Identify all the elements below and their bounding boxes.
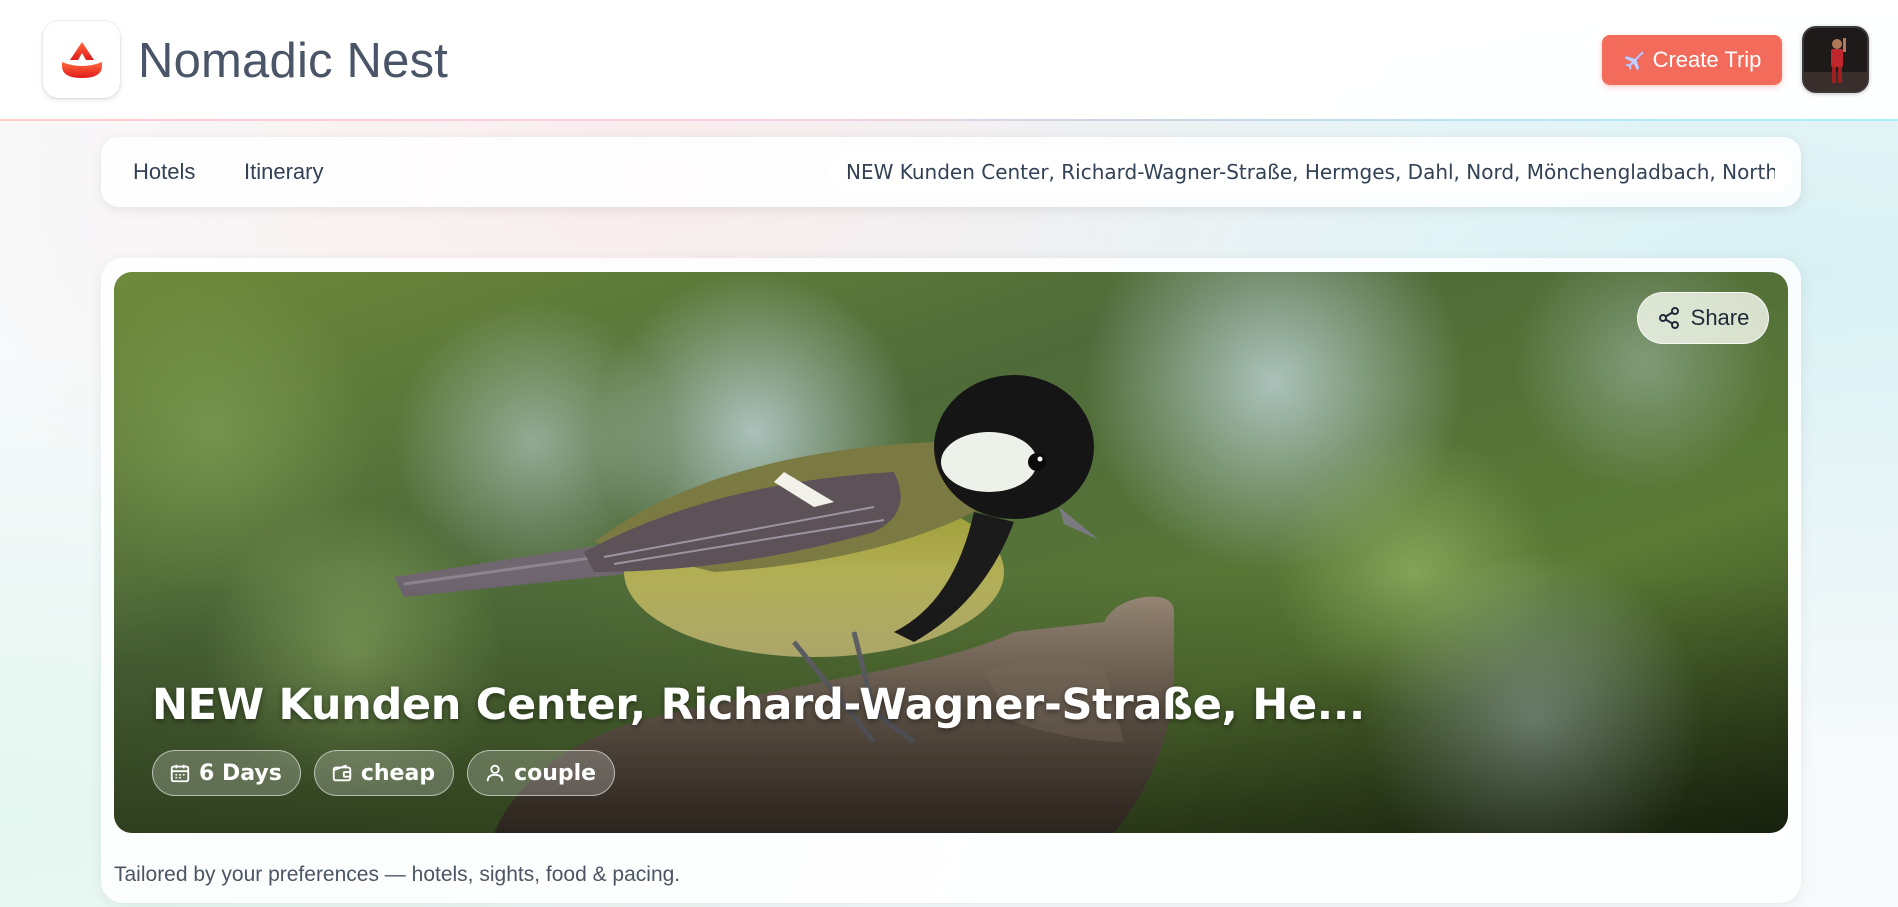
travelers-chip: couple <box>467 750 616 796</box>
airplane-icon <box>1623 51 1644 71</box>
brand-name: Nomadic Nest <box>138 34 449 88</box>
trip-card: Share NEW Kunden Center, Richard-Wagner-… <box>101 258 1801 903</box>
duration-chip: 6 Days <box>152 750 301 796</box>
trip-attribute-chips: 6 Days cheap couple <box>152 750 616 796</box>
budget-label: cheap <box>360 760 436 786</box>
travelers-label: couple <box>514 760 597 786</box>
share-label: Share <box>1690 305 1750 330</box>
trip-title: NEW Kunden Center, Richard-Wagner-Straße… <box>152 680 1365 730</box>
app-logo[interactable] <box>43 21 120 98</box>
avatar-image <box>1804 28 1867 91</box>
create-trip-label: Create Trip <box>1652 47 1762 72</box>
app-header: Nomadic Nest Create Trip <box>0 0 1898 121</box>
logo-icon <box>61 41 102 78</box>
wallet-icon <box>332 764 352 782</box>
tab-itinerary[interactable]: Itinerary <box>244 159 323 185</box>
user-avatar[interactable] <box>1802 26 1869 93</box>
trip-tagline: Tailored by your preferences — hotels, s… <box>114 863 681 886</box>
create-trip-button[interactable]: Create Trip <box>1602 35 1782 85</box>
location-field[interactable] <box>828 151 1793 193</box>
calendar-icon <box>170 764 190 783</box>
duration-label: 6 Days <box>199 760 282 786</box>
person-icon <box>486 764 504 782</box>
tab-hotels[interactable]: Hotels <box>133 159 195 185</box>
share-icon <box>1658 307 1679 329</box>
share-button[interactable]: Share <box>1637 292 1769 344</box>
hero-image: Share NEW Kunden Center, Richard-Wagner-… <box>114 272 1788 833</box>
trip-nav-bar: Hotels Itinerary <box>101 137 1801 207</box>
budget-chip: cheap <box>313 750 455 796</box>
